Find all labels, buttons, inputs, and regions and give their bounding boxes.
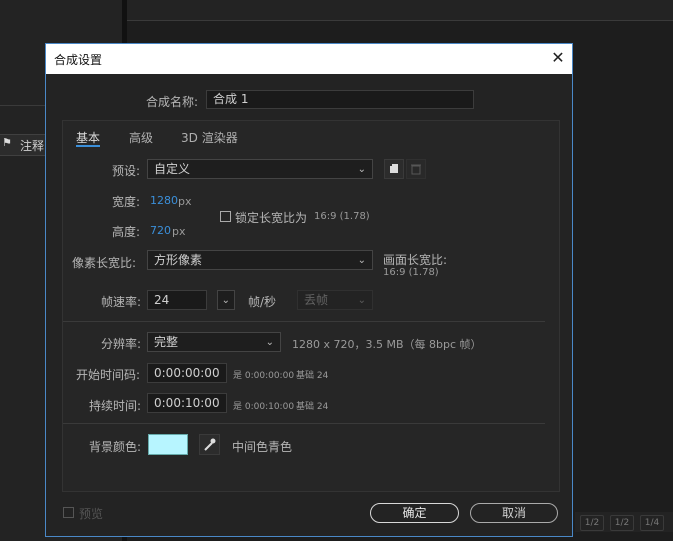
width-label: 宽度:: [112, 195, 141, 209]
dialog-titlebar[interactable]: 合成设置 ✕: [46, 44, 572, 74]
trash-icon: [411, 164, 421, 175]
bg-color-label: 背景颜色:: [89, 440, 142, 454]
comp-name-input[interactable]: 合成 1: [206, 90, 474, 109]
resolution-select[interactable]: 完整 ⌄: [147, 332, 281, 352]
resolution-button[interactable]: 1/2: [610, 515, 634, 531]
start-timecode-label: 开始时间码:: [76, 368, 141, 382]
height-unit: px: [172, 225, 186, 238]
duration-base: 基础 24: [296, 402, 329, 412]
resolution-label: 分辨率:: [101, 337, 142, 351]
chevron-down-icon: ⌄: [357, 255, 366, 266]
pixel-aspect-select[interactable]: 方形像素 ⌄: [147, 250, 373, 270]
preset-label: 预设:: [112, 164, 141, 178]
dropframe-select[interactable]: 丢帧 ⌄: [297, 290, 373, 310]
tab-basic[interactable]: 基本: [76, 129, 100, 146]
cancel-button[interactable]: 取消: [470, 503, 558, 523]
resolution-info: 1280 x 720，3.5 MB（每 8bpc 帧）: [292, 338, 482, 351]
ok-button[interactable]: 确定: [370, 503, 459, 523]
lock-aspect-label: 锁定长宽比为: [235, 211, 308, 225]
resolution-value: 完整: [154, 335, 179, 349]
active-tab-indicator: [76, 145, 100, 147]
start-timecode-info: 是 0:00:00:00: [233, 371, 295, 381]
bg-color-swatch[interactable]: [148, 434, 188, 455]
lock-aspect-checkbox[interactable]: [220, 211, 231, 222]
composition-settings-dialog: 合成设置 ✕ 合成名称: 合成 1 基本 高级 3D 渲染器 预设: 自定义 ⌄…: [45, 43, 573, 537]
start-timecode-input[interactable]: 0:00:00:00: [147, 363, 227, 383]
bg-color-name: 中间色青色: [232, 440, 293, 454]
preview-checkbox[interactable]: [63, 507, 74, 518]
column-label-comment: 注释: [20, 139, 45, 153]
panel-separator: [0, 105, 46, 106]
lock-aspect-ratio: 16:9 (1.78): [314, 211, 370, 222]
dialog-title: 合成设置: [54, 53, 103, 67]
framerate-dropdown[interactable]: ⌄: [217, 290, 235, 310]
frame-aspect-label: 画面长宽比:: [383, 253, 448, 267]
section-divider: [63, 423, 545, 424]
preset-value: 自定义: [154, 162, 191, 176]
section-divider: [63, 321, 545, 322]
frame-aspect-value: 16:9 (1.78): [383, 267, 439, 278]
framerate-unit: 帧/秒: [248, 295, 277, 309]
resolution-button[interactable]: 1/2: [580, 515, 604, 531]
duration-info: 是 0:00:10:00: [233, 402, 295, 412]
pixel-aspect-label: 像素长宽比:: [72, 256, 137, 270]
save-preset-button[interactable]: [384, 159, 404, 179]
height-value[interactable]: 720: [150, 224, 171, 237]
chevron-down-icon: ⌄: [221, 295, 230, 306]
start-timecode-base: 基础 24: [296, 371, 329, 381]
preview-label: 预览: [79, 507, 104, 521]
duration-label: 持续时间:: [89, 399, 142, 413]
pixel-aspect-value: 方形像素: [154, 253, 203, 267]
dropframe-value: 丢帧: [304, 293, 329, 307]
framerate-input[interactable]: 24: [147, 290, 207, 310]
delete-preset-button[interactable]: [406, 159, 426, 179]
height-label: 高度:: [112, 225, 141, 239]
resolution-button[interactable]: 1/4: [640, 515, 664, 531]
chevron-down-icon: ⌄: [265, 337, 274, 348]
duration-input[interactable]: 0:00:10:00: [147, 393, 227, 413]
composition-panel-header: [127, 0, 673, 21]
settings-panel: 基本 高级 3D 渲染器 预设: 自定义 ⌄ 宽度: 1280 px 锁定长宽比…: [62, 120, 560, 492]
preset-select[interactable]: 自定义 ⌄: [147, 159, 373, 179]
framerate-label: 帧速率:: [101, 295, 142, 309]
chevron-down-icon: ⌄: [357, 164, 366, 175]
close-icon[interactable]: ✕: [546, 46, 570, 70]
width-unit: px: [178, 195, 192, 208]
eyedropper-icon: [204, 438, 216, 451]
eyedropper-button[interactable]: [199, 434, 220, 455]
save-preset-icon: [390, 164, 398, 173]
comp-name-label: 合成名称:: [146, 95, 199, 109]
tab-advanced[interactable]: 高级: [129, 129, 153, 146]
tag-icon: ⚑: [2, 136, 12, 149]
tab-3d-renderer[interactable]: 3D 渲染器: [181, 129, 238, 146]
width-value[interactable]: 1280: [150, 194, 178, 207]
chevron-down-icon: ⌄: [357, 295, 366, 306]
